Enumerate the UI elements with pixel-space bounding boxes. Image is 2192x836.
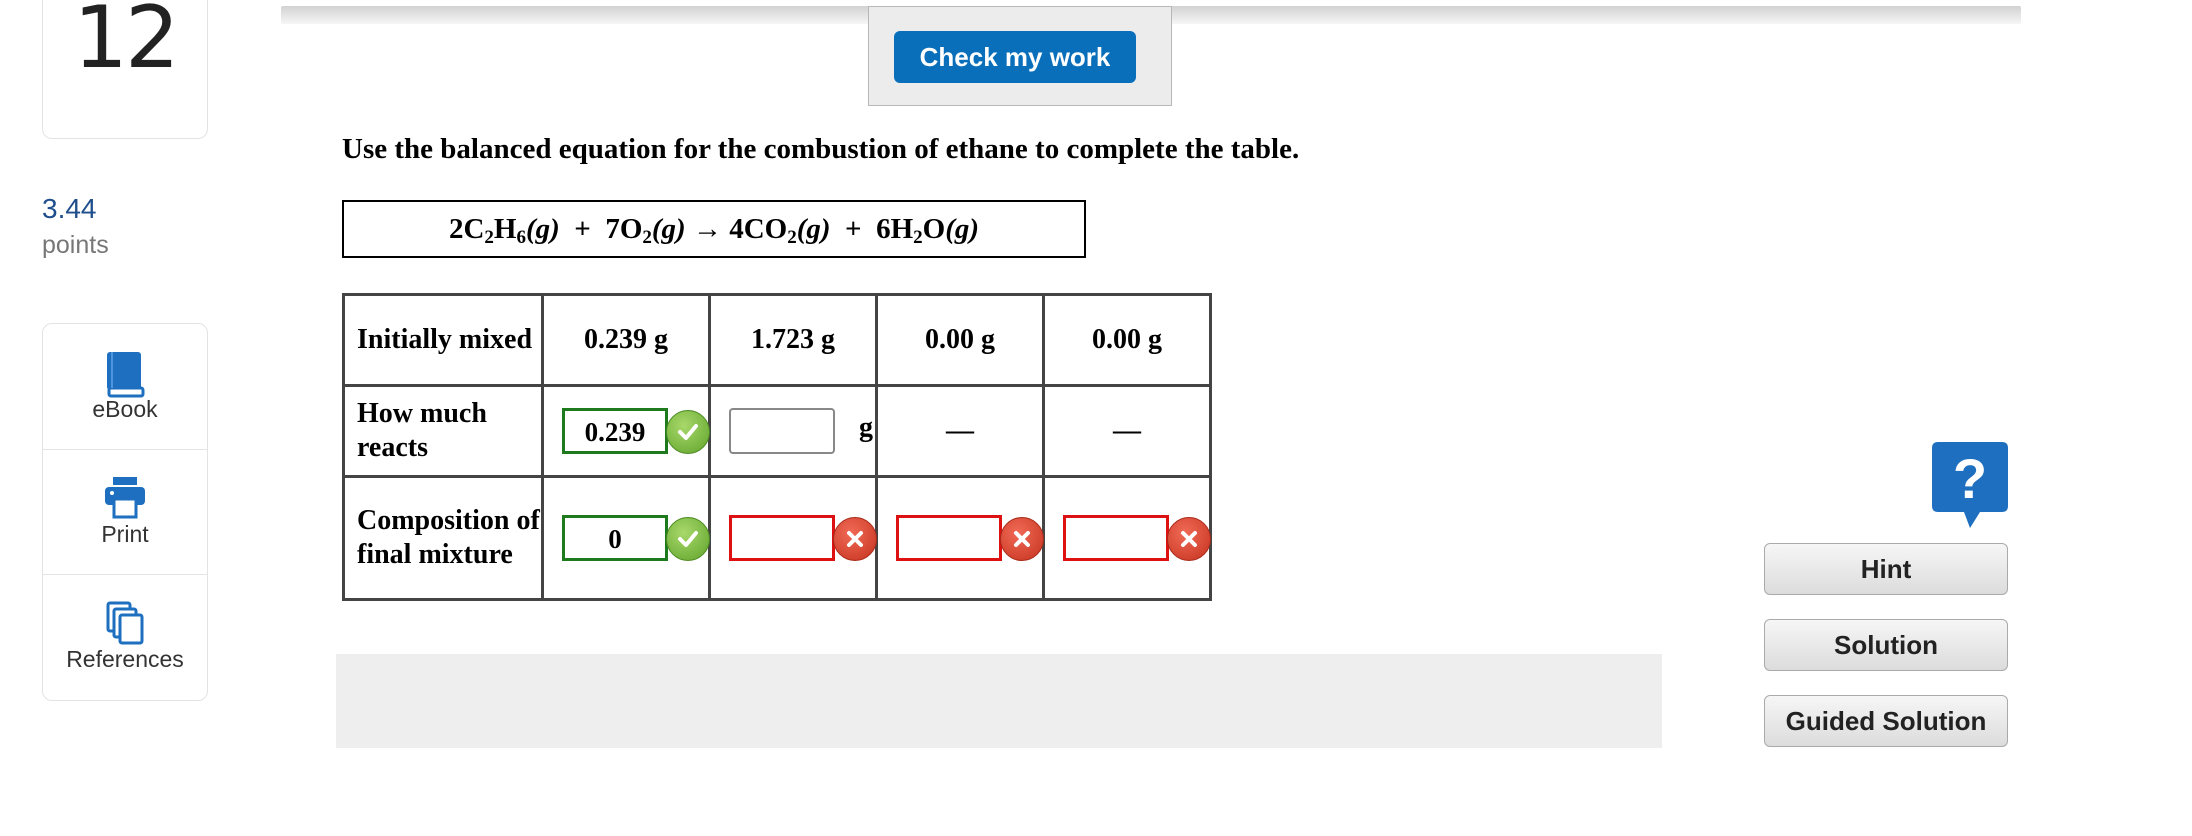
- answer-cell: [1042, 475, 1212, 601]
- row-label: How much reacts: [342, 384, 544, 478]
- x-icon: [1000, 517, 1044, 561]
- x-icon: [1167, 517, 1211, 561]
- answer-cell: [875, 475, 1045, 601]
- check-icon: [666, 410, 710, 454]
- x-icon: [833, 517, 877, 561]
- table-row: How much reacts 0.239 g — —: [342, 384, 1212, 478]
- printer-icon: [43, 475, 207, 523]
- points-value: 3.44: [42, 193, 97, 224]
- row-label: Initially mixed: [342, 293, 544, 387]
- question-icon[interactable]: ?: [1930, 440, 2010, 530]
- row-label: Composition of final mixture: [342, 475, 544, 601]
- ebook-button[interactable]: eBook: [43, 324, 207, 450]
- ebook-label: eBook: [92, 396, 158, 422]
- check-my-work-button[interactable]: Check my work: [894, 31, 1136, 83]
- answer-input[interactable]: [729, 408, 835, 454]
- book-icon: [43, 350, 207, 398]
- answer-input[interactable]: 0.239: [562, 408, 668, 454]
- answer-input[interactable]: [1063, 515, 1169, 561]
- svg-text:?: ?: [1953, 447, 1987, 510]
- cell-value: 0.00 g: [875, 293, 1045, 387]
- ice-table: Initially mixed 0.239 g 1.723 g 0.00 g 0…: [342, 293, 1212, 601]
- copy-icon: [43, 600, 207, 648]
- answer-input[interactable]: 0: [562, 515, 668, 561]
- cell-value: 1.723 g: [708, 293, 878, 387]
- cell-value: 0.239 g: [541, 293, 711, 387]
- cell-value: 0.00 g: [1042, 293, 1212, 387]
- answer-cell: 0: [541, 475, 711, 601]
- check-icon: [666, 517, 710, 561]
- balanced-equation: 2C2H6(g) + 7O2(g) → 4CO2(g) + 6H2O(g): [342, 200, 1086, 258]
- unit-label: g: [859, 412, 873, 443]
- tools-panel: eBook Print References: [42, 323, 208, 701]
- dash-cell: —: [1042, 384, 1212, 478]
- print-label: Print: [101, 521, 149, 547]
- print-button[interactable]: Print: [43, 449, 207, 575]
- table-row: Composition of final mixture 0: [342, 475, 1212, 601]
- check-my-work-panel: Check my work: [868, 6, 1172, 106]
- hint-button[interactable]: Hint: [1764, 543, 2008, 595]
- question-prompt: Use the balanced equation for the combus…: [342, 133, 1300, 165]
- guided-solution-button[interactable]: Guided Solution: [1764, 695, 2008, 747]
- answer-cell: g: [708, 384, 878, 478]
- feedback-area: [336, 654, 1662, 748]
- table-row: Initially mixed 0.239 g 1.723 g 0.00 g 0…: [342, 293, 1212, 387]
- references-button[interactable]: References: [43, 574, 207, 699]
- question-number: 12: [73, 0, 179, 88]
- points-label: points: [42, 231, 109, 259]
- solution-button[interactable]: Solution: [1764, 619, 2008, 671]
- answer-input[interactable]: [896, 515, 1002, 561]
- answer-cell: [708, 475, 878, 601]
- answer-cell: 0.239: [541, 384, 711, 478]
- dash-cell: —: [875, 384, 1045, 478]
- answer-input[interactable]: [729, 515, 835, 561]
- references-label: References: [66, 646, 184, 672]
- question-number-card: 12: [42, 0, 208, 139]
